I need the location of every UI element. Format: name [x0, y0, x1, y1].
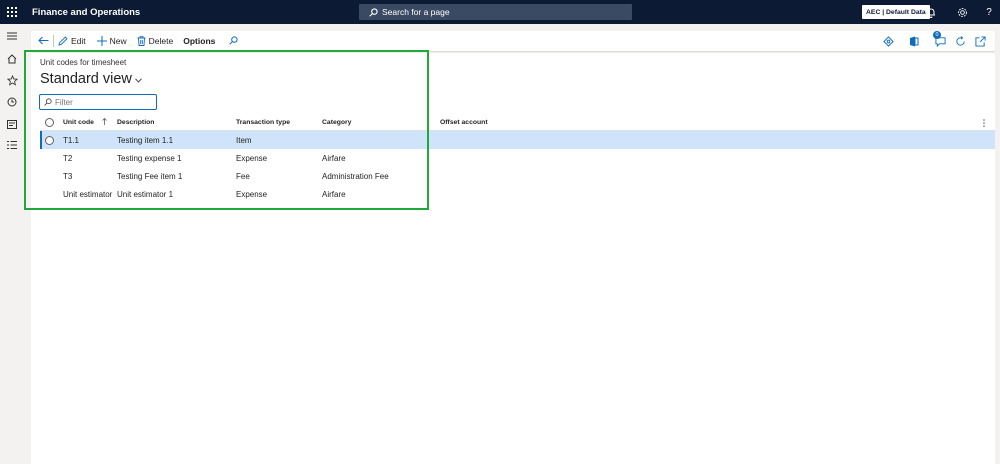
grid-header: Unit code Description Transaction type C… [40, 115, 995, 131]
waffle-icon[interactable] [0, 0, 24, 24]
chevron-down-icon [135, 78, 142, 83]
select-all-radio[interactable] [45, 115, 57, 130]
cell-unit-code[interactable]: T2 [63, 149, 72, 167]
filter-input[interactable] [55, 97, 150, 107]
column-header-category[interactable]: Category [322, 115, 351, 130]
hamburger-icon[interactable] [4, 28, 20, 44]
trash-icon [137, 36, 146, 46]
edit-label: Edit [71, 36, 86, 46]
cell-description[interactable]: Testing expense 1 [117, 149, 182, 167]
navigation-pane [0, 24, 24, 464]
column-header-description[interactable]: Description [117, 115, 154, 130]
action-search-button[interactable] [229, 31, 238, 51]
cell-description[interactable]: Unit estimator 1 [117, 185, 173, 203]
content-area: Unit codes for timesheet Standard view U… [31, 53, 995, 464]
cell-unit-code[interactable]: T3 [63, 167, 72, 185]
open-new-window-icon[interactable] [973, 34, 987, 48]
back-arrow-icon [38, 36, 49, 47]
separator [53, 35, 54, 47]
radio-circle [45, 135, 54, 145]
plus-icon [96, 36, 107, 46]
cell-transaction-type[interactable]: Expense [236, 185, 267, 203]
top-bar: Finance and Operations Search for a page… [0, 0, 1000, 24]
notification-badge: 0 [933, 31, 941, 39]
messages-icon[interactable]: 0 [933, 31, 947, 48]
view-selector[interactable]: Standard view [40, 71, 142, 87]
pencil-icon [58, 36, 68, 46]
unit-codes-grid: Unit code Description Transaction type C… [40, 115, 995, 203]
cell-unit-code[interactable]: T1.1 [63, 131, 79, 149]
table-row[interactable]: T2 Testing expense 1 Expense Airfare [40, 149, 995, 167]
app-title[interactable]: Finance and Operations [32, 7, 140, 18]
more-options-icon[interactable] [983, 115, 985, 130]
back-button[interactable] [38, 31, 49, 51]
refresh-icon[interactable] [953, 34, 967, 48]
gear-icon[interactable] [954, 4, 970, 20]
column-label: Unit code [63, 119, 94, 126]
sort-ascending-icon [102, 117, 107, 127]
cell-transaction-type[interactable]: Fee [236, 167, 250, 185]
column-header-unit-code[interactable]: Unit code [63, 115, 107, 130]
new-label: New [109, 36, 127, 46]
company-picker[interactable]: AEC | Default Data [862, 5, 930, 19]
column-header-offset-account[interactable]: Offset account [440, 115, 488, 130]
action-pane-right-icons: 0 [881, 31, 987, 51]
cell-unit-code[interactable]: Unit estimator [63, 185, 112, 203]
cell-transaction-type[interactable]: Item [236, 131, 252, 149]
cell-description[interactable]: Testing item 1.1 [117, 131, 173, 149]
diamond-icon[interactable] [881, 34, 895, 48]
cell-category[interactable]: Airfare [322, 149, 346, 167]
new-button[interactable]: New [96, 31, 127, 51]
column-header-transaction-type[interactable]: Transaction type [236, 115, 290, 130]
bell-icon[interactable] [923, 4, 939, 20]
filter-box[interactable] [39, 94, 157, 110]
cell-description[interactable]: Testing Fee item 1 [117, 167, 182, 185]
edit-button[interactable]: Edit [58, 31, 86, 51]
global-search-box[interactable]: Search for a page [359, 4, 632, 20]
row-select-radio[interactable] [45, 131, 57, 149]
view-title: Standard view [40, 71, 132, 87]
table-row[interactable]: T1.1 Testing item 1.1 Item [40, 131, 995, 149]
options-tab[interactable]: Options [183, 31, 215, 51]
list-icon[interactable] [4, 137, 20, 153]
home-icon[interactable] [4, 51, 20, 67]
table-row[interactable]: Unit estimator Unit estimator 1 Expense … [40, 185, 995, 203]
cell-category[interactable]: Administration Fee [322, 167, 389, 185]
cell-transaction-type[interactable]: Expense [236, 149, 267, 167]
delete-label: Delete [148, 36, 174, 46]
clock-icon[interactable] [4, 94, 20, 110]
help-icon[interactable]: ? [981, 4, 997, 20]
radio-circle [45, 118, 54, 127]
action-pane: Edit New Delete Options 0 [31, 31, 995, 51]
search-icon [229, 35, 238, 47]
cell-category[interactable]: Airfare [322, 185, 346, 203]
search-placeholder: Search for a page [382, 7, 450, 17]
delete-button[interactable]: Delete [137, 31, 174, 51]
search-icon [369, 7, 378, 17]
office-icon[interactable] [907, 34, 921, 48]
workspace-icon[interactable] [4, 116, 20, 132]
star-icon[interactable] [4, 72, 20, 88]
search-icon [44, 98, 52, 106]
table-row[interactable]: T3 Testing Fee item 1 Fee Administration… [40, 167, 995, 185]
page-caption: Unit codes for timesheet [40, 58, 127, 67]
